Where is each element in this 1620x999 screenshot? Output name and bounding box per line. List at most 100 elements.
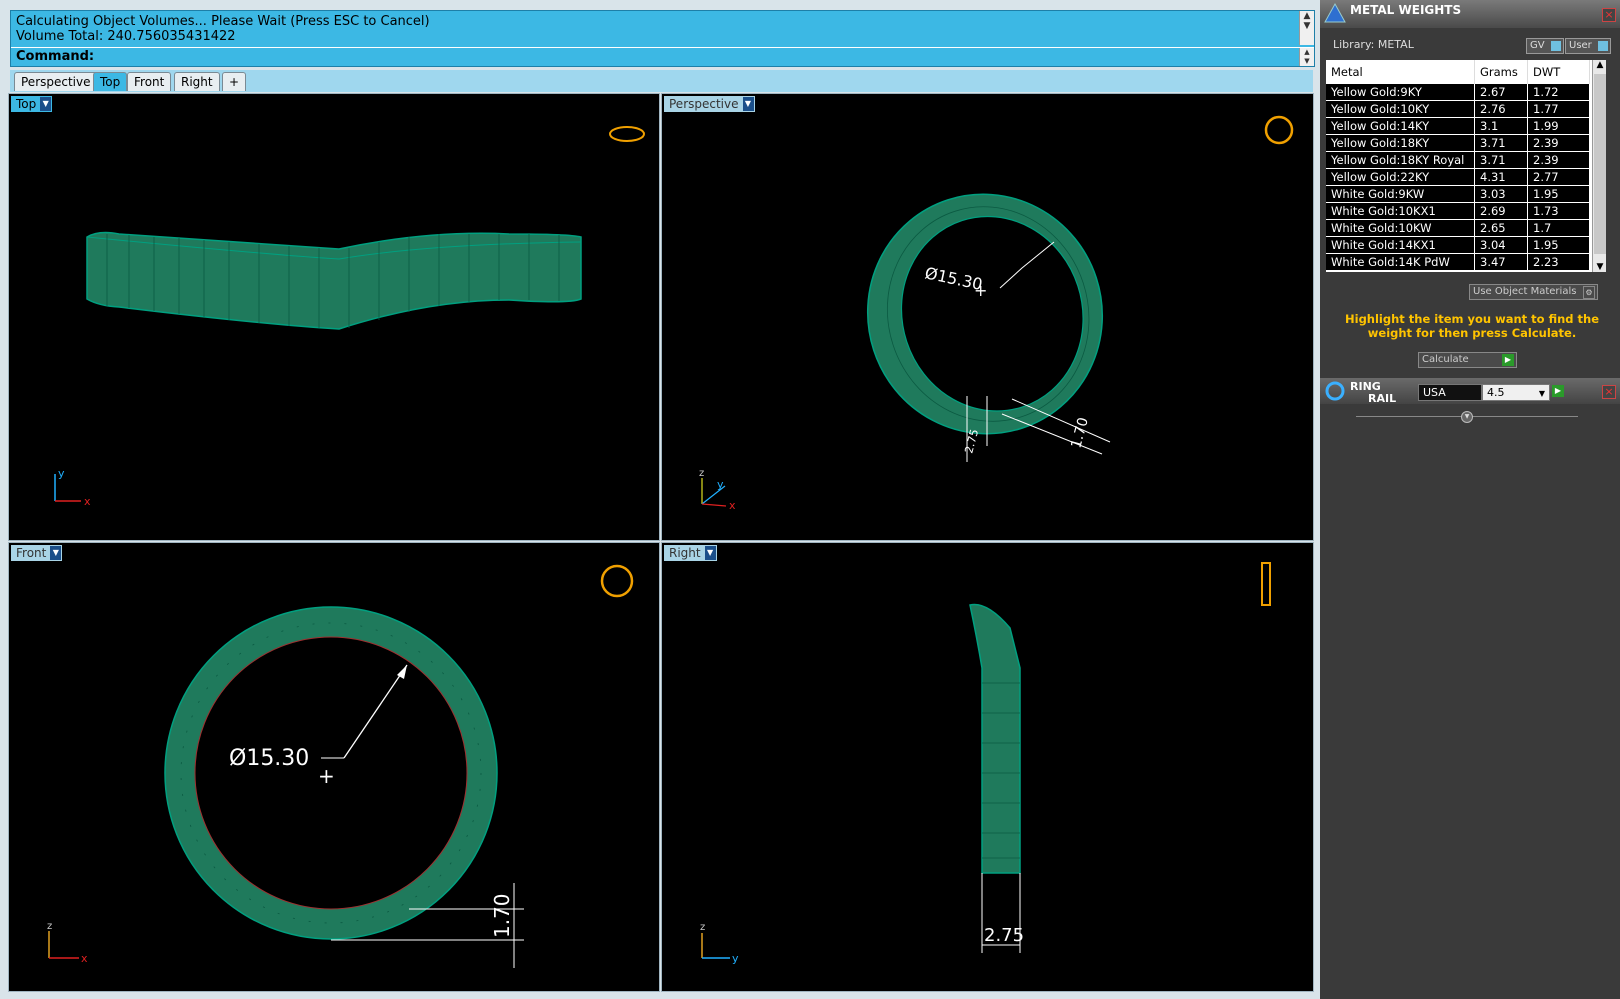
scroll-up-icon[interactable]: ▲	[1593, 60, 1606, 70]
ring-icon	[1261, 562, 1271, 606]
axis-x-label: x	[84, 495, 91, 508]
command-input[interactable]: Command: ▲ ▼	[11, 47, 1314, 67]
toggle-icon	[1597, 41, 1608, 51]
tab-front[interactable]: Front	[127, 72, 172, 91]
command-spinner[interactable]: ▲ ▼	[1299, 48, 1314, 66]
dwt-cell: 2.23	[1527, 253, 1590, 271]
instruction-text: Highlight the item you want to find the …	[1345, 312, 1599, 340]
viewport-perspective[interactable]: Perspective ▼ Ø15.30 + 2.75 1.70 z y x	[661, 93, 1314, 541]
viewport-tabs: Perspective Top Front Right +	[10, 70, 1313, 92]
axis-y-label: y	[732, 952, 739, 965]
column-header-dwt[interactable]: DWT	[1527, 60, 1590, 84]
grams-cell: 2.65	[1474, 219, 1528, 237]
dwt-cell: 2.39	[1527, 151, 1590, 169]
grams-cell: 3.71	[1474, 134, 1528, 152]
dwt-cell: 1.99	[1527, 117, 1590, 135]
metal-weights-header: METAL WEIGHTS ×	[1320, 0, 1620, 28]
ring-icon	[1264, 115, 1294, 145]
dwt-cell: 2.77	[1527, 168, 1590, 186]
width-dimension: 2.75	[984, 925, 1024, 946]
axis-x-label: x	[729, 499, 736, 512]
scroll-down-icon[interactable]: ▼	[1593, 262, 1606, 272]
scroll-thumb[interactable]	[1594, 74, 1606, 254]
axis-y-label: y	[717, 478, 724, 491]
metal-cell: White Gold:10KX1	[1326, 202, 1475, 220]
dwt-cell: 1.77	[1527, 100, 1590, 118]
top-view-model: y x	[54, 126, 645, 508]
axis-z-label: z	[700, 922, 705, 933]
add-tab-button[interactable]: +	[222, 72, 246, 91]
grams-cell: 3.71	[1474, 151, 1528, 169]
viewport-top[interactable]: Top ▼ y x	[8, 93, 660, 541]
center-mark: +	[318, 764, 335, 788]
ring-rail-toolbar: RING RAIL USA 4.5 ▼ ▶ ×	[1320, 378, 1620, 405]
metal-weights-icon	[1324, 2, 1346, 23]
metal-cell: Yellow Gold:18KY Royal	[1326, 151, 1475, 169]
chevron-down-icon[interactable]: ▼	[1536, 386, 1548, 399]
gv-toggle[interactable]: GV	[1526, 38, 1564, 54]
library-label: Library: METAL	[1333, 38, 1414, 51]
gear-icon: ⚙	[1583, 286, 1595, 299]
tab-top[interactable]: Top	[93, 72, 128, 91]
viewport-front[interactable]: Front ▼ Ø15.30 + 1.70 z x	[8, 542, 660, 992]
viewport-right[interactable]: Right ▼ 2.75 z y	[661, 542, 1314, 992]
metal-cell: Yellow Gold:9KY	[1326, 84, 1475, 101]
apply-size-button[interactable]: ▶	[1552, 385, 1564, 397]
dwt-cell: 1.7	[1527, 219, 1590, 237]
table-row[interactable]: White Gold:14K PdW 3.47 2.23	[1326, 253, 1590, 271]
ring-size-select[interactable]: 4.5 ▼	[1482, 384, 1550, 401]
front-view-model: Ø15.30 + 1.70 z x	[47, 564, 634, 968]
metal-cell: White Gold:14K PdW	[1326, 253, 1475, 271]
axis-z-label: z	[47, 921, 52, 932]
thickness-dimension: 1.70	[490, 893, 514, 938]
close-icon[interactable]: ×	[1602, 8, 1616, 22]
axis-y-label: y	[58, 467, 65, 480]
dwt-cell: 1.95	[1527, 236, 1590, 254]
metal-cell: Yellow Gold:14KY	[1326, 117, 1475, 135]
tab-right[interactable]: Right	[174, 72, 220, 91]
table-row[interactable]: Yellow Gold:14KY 3.1 1.99	[1326, 117, 1590, 135]
calculate-label: Calculate	[1422, 354, 1469, 365]
table-scrollbar[interactable]: ▲ ▼	[1592, 60, 1606, 272]
command-prompt: Command:	[16, 49, 95, 64]
table-row[interactable]: Yellow Gold:22KY 4.31 2.77	[1326, 168, 1590, 186]
grams-cell: 2.69	[1474, 202, 1528, 220]
play-icon: ▶	[1502, 354, 1514, 366]
close-icon[interactable]: ×	[1602, 385, 1616, 399]
table-row[interactable]: White Gold:14KX1 3.04 1.95	[1326, 236, 1590, 254]
user-toggle[interactable]: User	[1565, 38, 1611, 54]
size-standard-field[interactable]: USA	[1418, 384, 1482, 401]
metal-weights-panel: METAL WEIGHTS × Library: METAL GV User M…	[1320, 0, 1620, 999]
axis-x-label: x	[81, 952, 88, 965]
use-object-materials-label: Use Object Materials	[1473, 286, 1577, 297]
metal-cell: White Gold:14KX1	[1326, 236, 1475, 254]
table-row[interactable]: White Gold:10KX1 2.69 1.73	[1326, 202, 1590, 220]
table-row[interactable]: Yellow Gold:9KY 2.67 1.72	[1326, 84, 1590, 101]
calculate-button[interactable]: Calculate ▶	[1418, 352, 1517, 368]
ring-rail-title-2: RAIL	[1368, 392, 1397, 405]
command-history: Calculating Object Volumes... Please Wai…	[10, 10, 1315, 67]
grams-cell: 3.03	[1474, 185, 1528, 203]
table-row[interactable]: White Gold:10KW 2.65 1.7	[1326, 219, 1590, 237]
rail-slider-handle[interactable]: ▼	[1461, 411, 1473, 423]
table-row[interactable]: White Gold:9KW 3.03 1.95	[1326, 185, 1590, 203]
dwt-cell: 1.72	[1527, 84, 1590, 101]
thickness-dimension: 1.70	[1068, 416, 1092, 450]
grams-cell: 3.1	[1474, 117, 1528, 135]
table-row[interactable]: Yellow Gold:10KY 2.76 1.77	[1326, 100, 1590, 118]
ring-rail-title: RING RAIL	[1350, 381, 1396, 405]
use-object-materials-button[interactable]: Use Object Materials ⚙	[1469, 284, 1598, 300]
grams-cell: 3.47	[1474, 253, 1528, 271]
column-header-grams[interactable]: Grams	[1474, 60, 1528, 84]
command-line-2: Volume Total: 240.756035431422	[16, 29, 236, 44]
table-row[interactable]: Yellow Gold:18KY 3.71 2.39	[1326, 134, 1590, 152]
gv-label: GV	[1530, 40, 1545, 51]
history-scrollbar[interactable]: ▲ ▼	[1299, 11, 1314, 45]
grams-cell: 3.04	[1474, 236, 1528, 254]
grams-cell: 2.76	[1474, 100, 1528, 118]
tab-perspective[interactable]: Perspective	[14, 72, 98, 91]
column-header-metal[interactable]: Metal	[1326, 60, 1475, 84]
metal-table: Metal Grams DWT Yellow Gold:9KY 2.67 1.72 Y…	[1326, 60, 1606, 272]
metal-cell: White Gold:10KW	[1326, 219, 1475, 237]
table-row[interactable]: Yellow Gold:18KY Royal 3.71 2.39	[1326, 151, 1590, 169]
